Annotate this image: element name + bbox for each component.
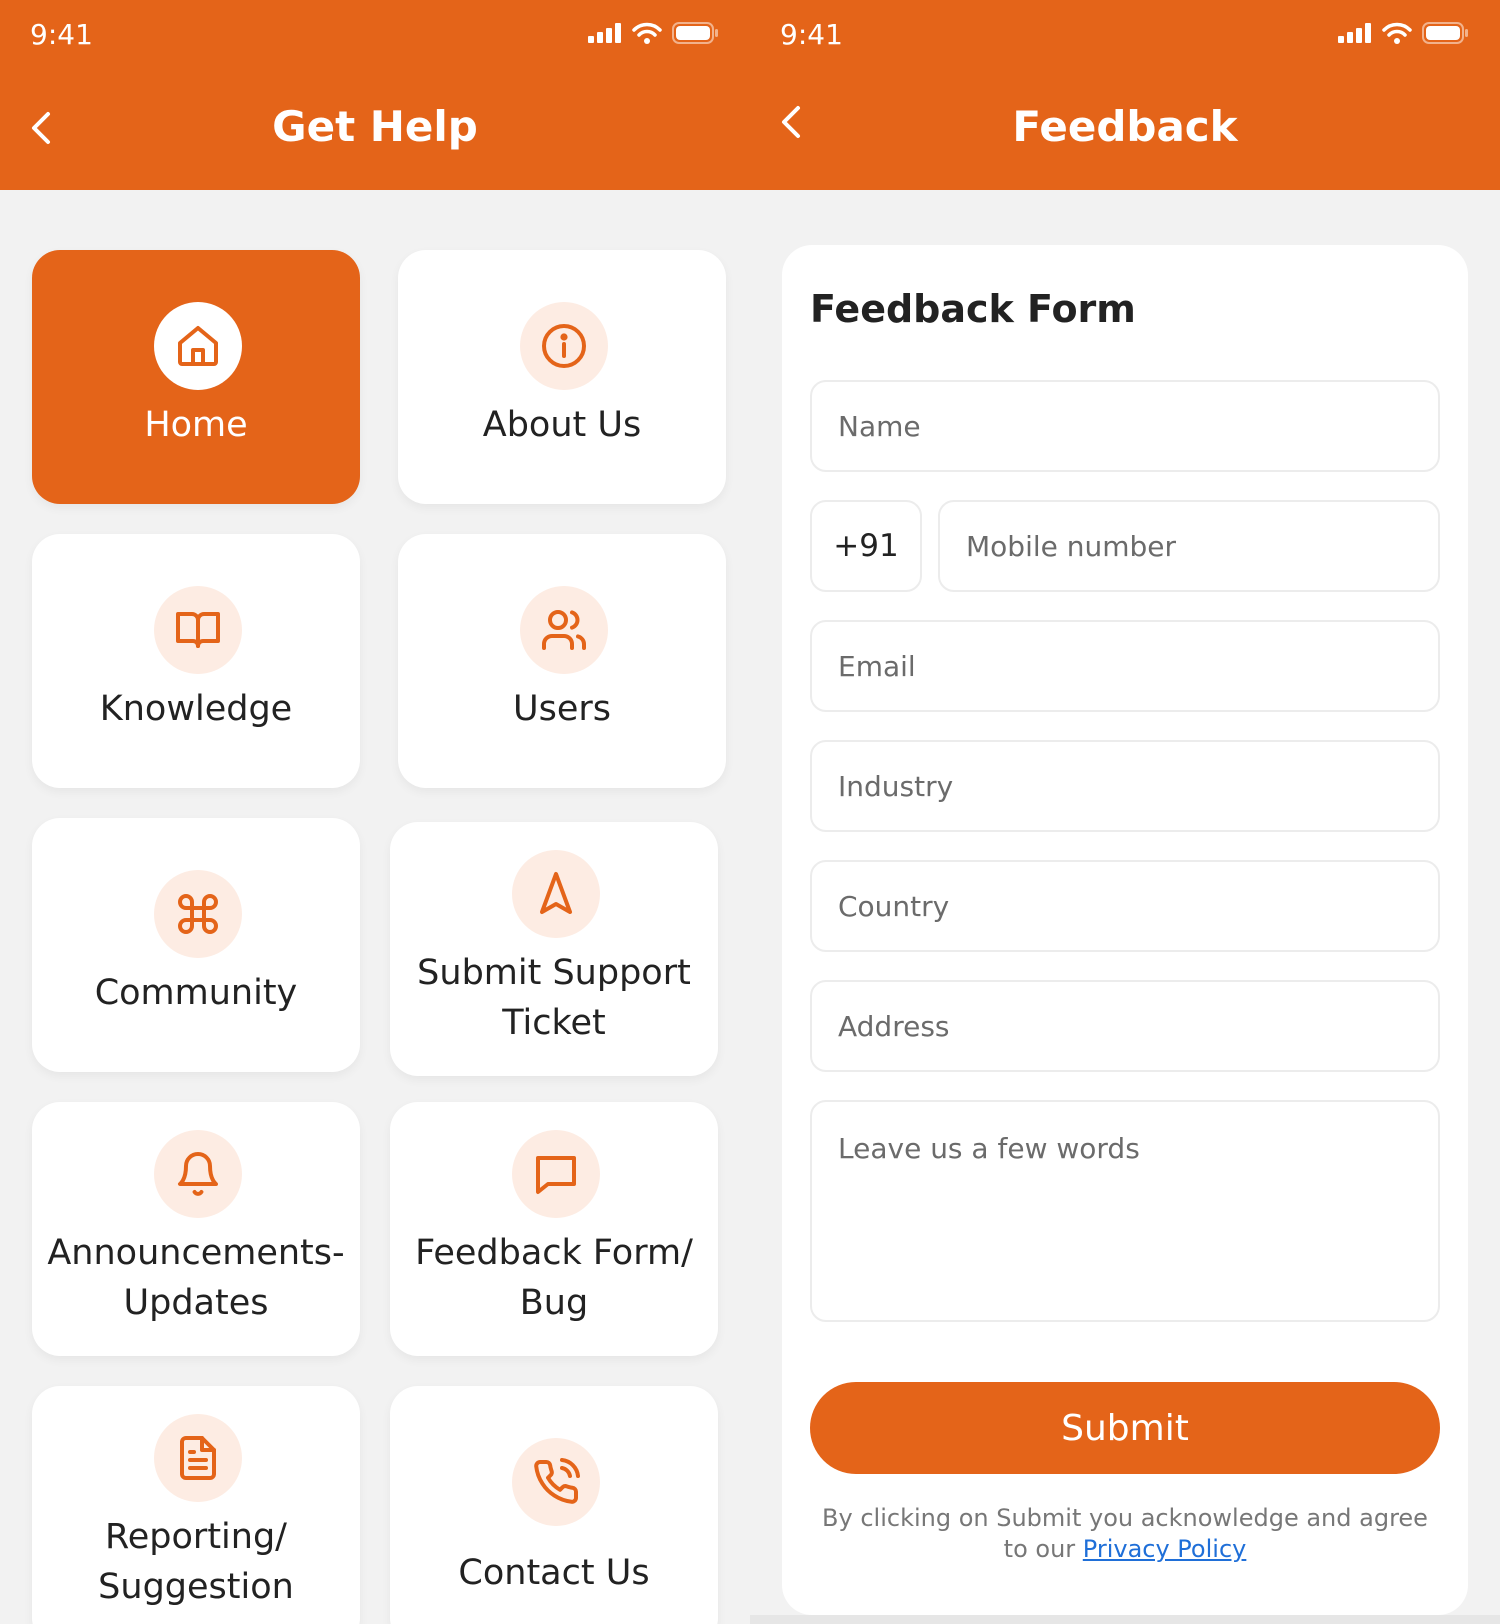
tile-feedback-form-bug[interactable]: Feedback Form/ Bug (390, 1102, 718, 1356)
get-help-screen: 9:41 Get Help Home About Us Knowledge Us… (0, 0, 750, 1624)
battery-icon (1422, 22, 1468, 44)
industry-field[interactable]: Industry (810, 740, 1440, 832)
tile-icon-circle (154, 1414, 242, 1502)
status-time: 9:41 (30, 18, 93, 51)
tile-knowledge[interactable]: Knowledge (32, 534, 360, 788)
tile-label: Community (94, 973, 298, 1013)
message-icon (536, 1156, 576, 1194)
tile-label-line-2: Bug (519, 1283, 589, 1323)
feedback-header: 9:41 Feedback (750, 0, 1500, 190)
info-icon (542, 324, 586, 368)
address-field[interactable]: Address (810, 980, 1440, 1072)
tile-label: Contact Us (458, 1553, 650, 1593)
book-icon (176, 612, 220, 648)
tile-reporting-suggestion[interactable]: Reporting/ Suggestion (32, 1386, 360, 1624)
tile-icon-circle (520, 302, 608, 390)
page-title: Feedback (1012, 102, 1238, 151)
tile-label-line-1: Feedback Form/ (415, 1233, 693, 1273)
tile-icon-circle (512, 1130, 600, 1218)
legal-line-2: to our Privacy Policy (810, 1534, 1440, 1565)
tile-about-us[interactable]: About Us (398, 250, 726, 504)
tile-label: Users (512, 689, 611, 729)
home-icon (178, 326, 218, 366)
email-field[interactable]: Email (810, 620, 1440, 712)
message-textarea[interactable]: Leave us a few words (810, 1100, 1440, 1322)
bell-icon (178, 1152, 218, 1196)
tile-home[interactable]: Home (32, 250, 360, 504)
tile-label-line-2: Updates (123, 1283, 269, 1323)
status-time: 9:41 (780, 18, 843, 51)
mobile-number-field[interactable]: Mobile number (938, 500, 1440, 592)
tile-icon-circle (154, 302, 242, 390)
wifi-icon (632, 22, 662, 44)
status-icons (588, 22, 718, 44)
page-title: Get Help (272, 102, 478, 151)
tile-community[interactable]: Community (32, 818, 360, 1072)
battery-icon (672, 22, 718, 44)
tile-icon-circle (154, 870, 242, 958)
tile-icon-circle (520, 586, 608, 674)
document-icon (180, 1436, 216, 1480)
tile-contact-us[interactable]: Contact Us (390, 1386, 718, 1624)
form-title: Feedback Form (810, 287, 1136, 331)
tile-label: About Us (482, 405, 642, 445)
tile-users[interactable]: Users (398, 534, 726, 788)
privacy-policy-link[interactable]: Privacy Policy (1083, 1535, 1247, 1563)
tile-label-line-2: Ticket (502, 1003, 606, 1043)
name-field[interactable]: Name (810, 380, 1440, 472)
tile-label-line-1: Submit Support (417, 953, 691, 993)
submit-button[interactable]: Submit (810, 1382, 1440, 1474)
country-code-selector[interactable]: +91 (810, 500, 922, 592)
users-icon (542, 610, 586, 650)
tile-icon-circle (512, 850, 600, 938)
tile-label-line-2: Suggestion (98, 1567, 294, 1607)
tile-icon-circle (512, 1438, 600, 1526)
get-help-header: 9:41 Get Help (0, 0, 750, 190)
signal-icon (1338, 23, 1371, 43)
command-icon (178, 894, 218, 934)
signal-icon (588, 23, 621, 43)
tile-submit-support-ticket[interactable]: Submit Support Ticket (390, 822, 718, 1076)
tile-icon-circle (154, 586, 242, 674)
legal-prefix: to our (1003, 1535, 1076, 1563)
tile-label: Home (144, 405, 248, 445)
legal-notice: By clicking on Submit you acknowledge an… (810, 1503, 1440, 1565)
status-icons (1338, 22, 1468, 44)
bottom-strip (750, 1615, 1500, 1624)
legal-line-1: By clicking on Submit you acknowledge an… (822, 1504, 1428, 1532)
tile-label-line-1: Reporting/ (105, 1517, 287, 1557)
feedback-form-card: Feedback Form Name +91 Mobile number Ema… (782, 245, 1468, 1615)
wifi-icon (1382, 22, 1412, 44)
navigation-icon (540, 872, 572, 914)
tile-label: Knowledge (99, 689, 293, 729)
feedback-screen: 9:41 Feedback Feedback Form Name +91 Mob… (750, 0, 1500, 1624)
country-field[interactable]: Country (810, 860, 1440, 952)
tile-icon-circle (154, 1130, 242, 1218)
tile-label-line-1: Announcements- (47, 1233, 345, 1273)
phone-call-icon (534, 1458, 580, 1504)
tile-announcements-updates[interactable]: Announcements- Updates (32, 1102, 360, 1356)
